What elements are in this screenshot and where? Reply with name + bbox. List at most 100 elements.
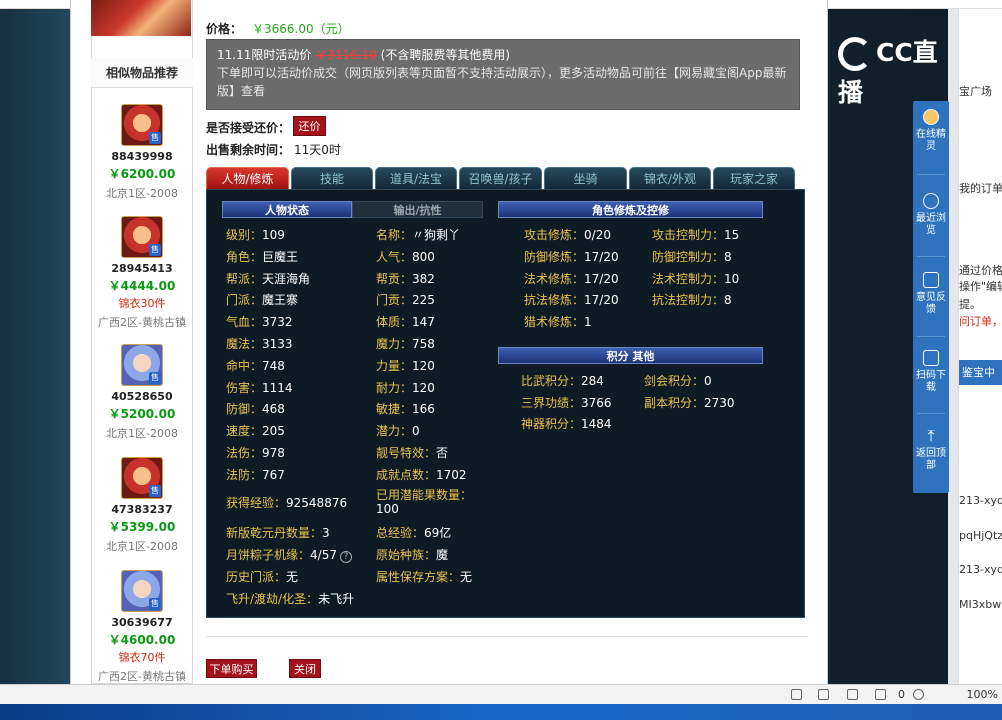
price-label: 价格： (206, 22, 243, 36)
character-avatar-image (91, 0, 191, 36)
tab-outfits[interactable]: 锦衣/外观 (629, 167, 711, 189)
float-online-assistant[interactable]: 在线精灵 (913, 109, 949, 153)
recommend-price: ￥4600.00 (108, 633, 176, 647)
tab-mounts[interactable]: 坐骑 (544, 167, 627, 189)
header-output-resist[interactable]: 输出/抗性 (352, 201, 483, 218)
float-feedback[interactable]: 意见反馈 (913, 272, 949, 316)
cc-ring-icon (838, 37, 872, 71)
right-panel-text: 通过价格 (959, 264, 1002, 277)
recommend-price: ￥5399.00 (108, 520, 176, 534)
right-panel-button[interactable]: 鉴宝中 (959, 360, 1002, 385)
zoom-level[interactable]: 100% (967, 688, 998, 701)
media-icon[interactable] (875, 689, 886, 700)
recommend-avatar[interactable]: 售 (121, 570, 163, 612)
recommend-item[interactable]: 售 47383237 ￥5399.00 北京1区-2008 (91, 457, 193, 554)
score-row: 三界功绩：3766 (521, 396, 612, 410)
recommend-avatar[interactable]: 售 (121, 457, 163, 499)
float-back-to-top[interactable]: ⤒ 返回顶部 (913, 428, 949, 472)
recommend-item[interactable]: 售 30639677 ￥4600.00 锦衣70件 广西2区-黄桃古镇 (91, 570, 193, 684)
scan-icon (923, 350, 939, 366)
stat-history-school: 历史门派：无 (226, 570, 299, 584)
recommend-id[interactable]: 28945413 (91, 262, 193, 275)
stat-row: 耐力：120 (376, 381, 435, 395)
sale-tag-icon: 售 (149, 485, 161, 497)
recommend-price: ￥6200.00 (108, 167, 176, 181)
tab-character[interactable]: 人物/修炼 (206, 167, 289, 189)
right-panel-text: 213-xyq- (959, 563, 1002, 576)
bargain-button[interactable]: 还价 (293, 116, 326, 136)
header-score: 积分 其他 (498, 347, 763, 364)
stat-row: 敏捷：166 (376, 402, 435, 416)
tab-pets[interactable]: 召唤兽/孩子 (459, 167, 542, 189)
clock-icon[interactable] (913, 689, 924, 700)
close-button[interactable]: 关闭 (289, 659, 321, 678)
time-left-label: 出售剩余时间： (206, 143, 291, 157)
recommend-id[interactable]: 40528650 (91, 390, 193, 403)
float-recent-browse[interactable]: 最近浏览 (913, 193, 949, 237)
tab-skills[interactable]: 技能 (291, 167, 373, 189)
speaker-icon[interactable] (818, 689, 829, 700)
recommend-item[interactable]: 售 28945413 ￥4444.00 锦衣30件 广西2区-黄桃古镇 (91, 216, 193, 330)
score-row: 副本积分：2730 (644, 396, 735, 410)
control-row: 防御控制力：8 (652, 250, 732, 264)
recommend-avatar[interactable]: 售 (121, 344, 163, 386)
promo-price: ￥3116.10 (315, 48, 377, 62)
bargain-label: 是否接受还价： (206, 121, 291, 135)
recommend-server: 北京1区-2008 (106, 187, 178, 200)
help-icon[interactable]: ? (339, 551, 352, 563)
recommend-server: 北京1区-2008 (106, 427, 178, 440)
header-character-status[interactable]: 人物状态 (222, 201, 352, 218)
sale-tag-icon: 售 (149, 132, 161, 144)
stat-row: 成就点数：1702 (376, 468, 467, 482)
edit-icon (923, 272, 939, 288)
stat-ascension: 飞升/渡劫/化圣：未飞升 (226, 592, 355, 606)
bag-icon[interactable] (847, 689, 858, 700)
recommend-avatar[interactable]: 售 (121, 104, 163, 146)
stat-row: 潜力：0 (376, 424, 420, 438)
right-panel-text[interactable]: 宝广场 (959, 83, 992, 99)
sale-tag-icon: 售 (149, 598, 161, 610)
right-side-panel: 宝广场 我的订单 通过价格 操作"编辑 提。 问订单， 鉴宝中 213-xyq-… (958, 9, 1002, 684)
floating-toolbar: 在线精灵 最近浏览 意见反馈 扫码下载 ⤒ 返回顶部 (913, 101, 949, 493)
tab-items[interactable]: 道具/法宝 (375, 167, 457, 189)
stat-origin-race: 原始种族：魔 (376, 548, 449, 562)
recommend-server: 广西2区-黄桃古镇 (98, 670, 186, 683)
recommend-id[interactable]: 88439998 (91, 150, 193, 163)
recommend-item[interactable]: 售 88439998 ￥6200.00 北京1区-2008 (91, 104, 193, 201)
float-scan-download[interactable]: 扫码下载 (913, 350, 949, 394)
stat-row: 伤害：1114 (226, 381, 293, 395)
buy-button[interactable]: 下单购买 (206, 659, 257, 678)
stat-row: 魔力：758 (376, 337, 435, 351)
right-panel-text: 提。 (959, 298, 981, 311)
promo-description: 下单即可以活动价成交（网页版列表等页面暂不支持活动展示），更多活动物品可前往【网… (217, 66, 787, 98)
recommend-server: 北京1区-2008 (106, 540, 178, 553)
right-panel-text[interactable]: 我的订单 (959, 180, 1002, 196)
stat-row: 体质：147 (376, 315, 435, 329)
recommend-id[interactable]: 47383237 (91, 503, 193, 516)
arrow-up-icon: ⤒ (927, 426, 935, 445)
stat-row: 名称：〃狗剩丫 (376, 228, 461, 242)
stat-row: 帮贡：382 (376, 272, 435, 286)
recommend-item[interactable]: 售 40528650 ￥5200.00 北京1区-2008 (91, 344, 193, 441)
right-panel-text: 问订单， (959, 315, 1002, 328)
stat-row: 法伤：978 (226, 446, 285, 460)
detail-tabs: 人物/修炼 技能 道具/法宝 召唤兽/孩子 坐骑 锦衣/外观 玩家之家 (206, 167, 806, 190)
stat-used-energy: 已用潜能果数量： 100 (376, 488, 473, 516)
control-row: 法术控制力：10 (652, 272, 740, 286)
stat-exp: 获得经验：92548876 (226, 496, 348, 510)
time-left-value: 11天0时 (294, 143, 341, 157)
recommend-server: 广西2区-黄桃古镇 (98, 316, 186, 329)
right-panel-text: 操作"编辑 (959, 280, 1002, 293)
stat-row: 角色：巨魔王 (226, 250, 299, 264)
tab-home[interactable]: 玩家之家 (713, 167, 795, 189)
shield-icon[interactable] (791, 689, 802, 700)
recommend-avatar[interactable]: 售 (121, 216, 163, 258)
clock-icon (923, 193, 939, 209)
recommend-id[interactable]: 30639677 (91, 616, 193, 629)
header-cultivation: 角色修炼及控修 (498, 201, 763, 218)
stat-attr-save: 属性保存方案：无 (376, 570, 473, 584)
divider (206, 636, 808, 637)
recommend-extra: 锦衣70件 (118, 651, 166, 664)
stat-mooncake: 月饼粽子机缘：4/57? (226, 546, 352, 563)
stat-row: 帮派：天涯海角 (226, 272, 311, 286)
